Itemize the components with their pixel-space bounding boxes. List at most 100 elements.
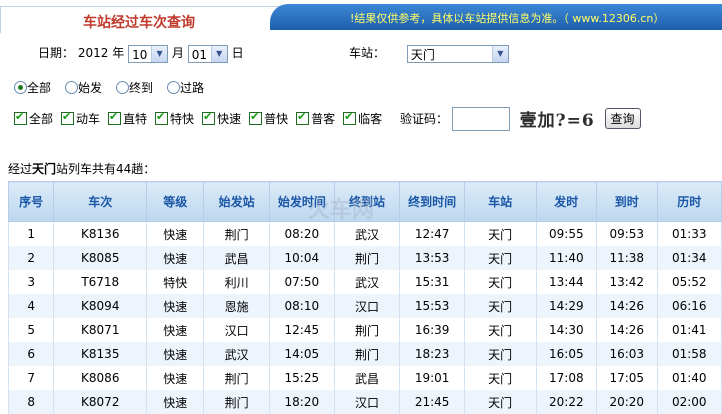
table-cell: 09:55 (535, 221, 598, 246)
table-cell: 14:26 (596, 318, 658, 342)
table-cell: 15:53 (399, 294, 465, 318)
notice-banner: !结果仅供参考，具体以车站提供信息为准。（ www.12306.cn） (270, 4, 722, 30)
radio-option[interactable]: 始发 (65, 80, 110, 95)
table-cell: 20:20 (596, 390, 658, 414)
station-select[interactable]: 天门 ▼ (406, 44, 509, 63)
table-cell: 16:39 (399, 318, 465, 342)
table-cell: K8086 (53, 366, 148, 390)
class-checkbox[interactable] (155, 110, 169, 125)
table-cell: 4 (7, 294, 55, 318)
table-cell: 汉口 (333, 294, 401, 318)
class-checkbox[interactable] (249, 110, 263, 125)
class-checkbox[interactable] (61, 110, 75, 125)
class-checkbox[interactable] (108, 110, 122, 125)
query-button[interactable]: 查询 (604, 108, 641, 129)
table-cell: 武昌 (203, 246, 271, 270)
table-cell: 13:42 (596, 270, 658, 294)
radio-option[interactable]: 终到 (116, 80, 161, 95)
table-cell: 武汉 (333, 221, 401, 246)
table-cell: 2 (7, 246, 55, 270)
table-cell: 天门 (463, 246, 537, 270)
column-header[interactable]: 车次 (53, 181, 148, 222)
table-row: 2 K8085 快速 武昌 10:04 荆门 13:53 天门 11:40 11:38 01:34 (7, 246, 722, 270)
radio-button[interactable] (167, 81, 181, 94)
table-cell: 武昌 (333, 366, 401, 390)
table-cell: 荆门 (333, 342, 401, 366)
radio-option[interactable]: 过路 (167, 80, 212, 95)
radio-button[interactable] (65, 81, 79, 94)
table-cell: 天门 (463, 342, 537, 366)
table-cell: 13:53 (399, 246, 465, 270)
table-cell: 14:30 (535, 318, 598, 342)
class-checkbox[interactable] (343, 110, 357, 125)
page-header: 车站经过车次查询 !结果仅供参考，具体以车站提供信息为准。（ www.12306… (0, 0, 722, 33)
month-unit: 月 (171, 46, 184, 60)
table-cell: 11:38 (596, 246, 658, 270)
table-cell: K8136 (53, 221, 148, 246)
class-checkbox-row: 全部 动车 直特 特快 快速 普快 普客 临客 验证码： 壹加?=6 查询 (14, 106, 641, 131)
column-header[interactable]: 等级 (146, 181, 205, 222)
table-cell: 12:45 (269, 318, 335, 342)
table-cell: 14:29 (535, 294, 598, 318)
column-header[interactable]: 历时 (656, 181, 722, 222)
table-cell: 08:20 (269, 221, 335, 246)
column-header[interactable]: 车站 (463, 181, 537, 222)
radio-label: 全部 (27, 81, 52, 95)
table-row: 6 K8135 快速 武汉 14:05 荆门 18:23 天门 16:05 16:03 01:58 (7, 342, 722, 366)
table-cell: 13:44 (535, 270, 598, 294)
table-cell: 17:08 (535, 366, 598, 390)
checkbox-label: 直特 (123, 112, 148, 126)
page-title: 车站经过车次查询 (83, 15, 195, 31)
class-checkbox[interactable] (202, 110, 216, 125)
checkbox-label: 特快 (170, 112, 195, 126)
month-select[interactable]: 10 ▼ (128, 44, 169, 63)
table-cell: 15:25 (269, 366, 335, 390)
column-header[interactable]: 到时 (596, 181, 658, 222)
table-cell: 天门 (463, 318, 537, 342)
column-header[interactable]: 序号 (7, 181, 55, 222)
table-cell: 荆门 (333, 318, 401, 342)
table-cell: K8072 (53, 390, 148, 414)
table-cell: 16:05 (535, 342, 598, 366)
checkbox-label: 普客 (311, 112, 336, 126)
table-cell: 01:41 (656, 318, 722, 342)
station-value: 天门 (410, 47, 435, 62)
column-header[interactable]: 终到时间 (399, 181, 465, 222)
result-summary: 经过天门站列车共有44趟： (8, 160, 155, 177)
table-row: 1 K8136 快速 荆门 08:20 武汉 12:47 天门 09:55 09:53 01:33 (7, 221, 722, 246)
table-cell: 8 (7, 390, 55, 414)
radio-button[interactable] (116, 81, 130, 94)
table-cell: 21:45 (399, 390, 465, 414)
table-cell: 6 (7, 342, 55, 366)
class-checkbox[interactable] (296, 110, 310, 125)
column-header[interactable]: 发时 (535, 181, 598, 222)
table-cell: 06:16 (656, 294, 722, 318)
table-cell: K8085 (53, 246, 148, 270)
table-cell: 02:00 (656, 390, 722, 414)
day-value: 01 (191, 47, 208, 62)
summary-station: 天门 (32, 162, 57, 176)
radio-label: 过路 (180, 81, 205, 95)
table-cell: 快速 (146, 294, 205, 318)
radio-option[interactable]: 全部 (14, 80, 59, 95)
column-header[interactable]: 始发站 (203, 181, 271, 222)
table-cell: 18:23 (399, 342, 465, 366)
table-row: 5 K8071 快速 汉口 12:45 荆门 16:39 天门 14:30 14:26 01:41 (7, 318, 722, 342)
table-cell: 14:05 (269, 342, 335, 366)
class-checkbox[interactable] (14, 110, 27, 125)
checkbox-label: 快速 (217, 112, 242, 126)
table-cell: 天门 (463, 366, 537, 390)
table-cell: 08:10 (269, 294, 335, 318)
day-select[interactable]: 01 ▼ (187, 44, 228, 63)
table-cell: 荆门 (333, 246, 401, 270)
notice-text: !结果仅供参考，具体以车站提供信息为准。（ www.12306.cn） (350, 12, 665, 25)
radio-button[interactable] (14, 81, 27, 94)
table-cell: 20:22 (535, 390, 598, 414)
table-cell: 快速 (146, 246, 205, 270)
table-cell: 1 (7, 221, 55, 246)
table-cell: 快速 (146, 390, 205, 414)
captcha-input[interactable] (451, 106, 510, 131)
chevron-down-icon: ▼ (210, 45, 227, 62)
table-cell: K8071 (53, 318, 148, 342)
table-cell: 01:33 (656, 221, 722, 246)
